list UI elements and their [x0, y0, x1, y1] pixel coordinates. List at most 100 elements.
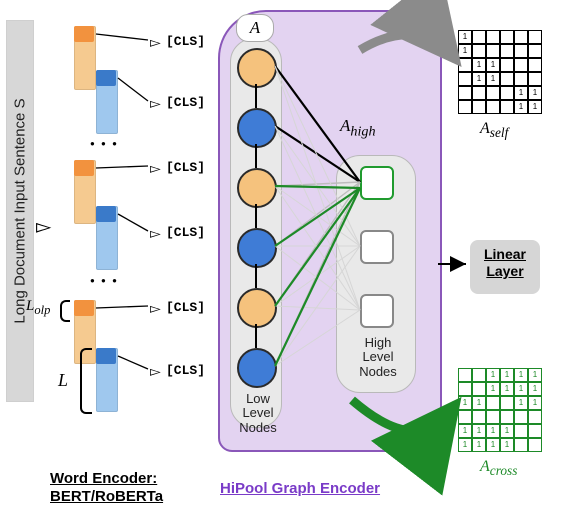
- matrix-cell: 1: [500, 368, 514, 382]
- matrix-cell: [500, 58, 514, 72]
- matrix-cell: 1: [458, 44, 472, 58]
- input-sentence-label: Long Document Input Sentence S: [12, 98, 29, 323]
- low-node-6: [237, 348, 277, 388]
- matrix-cell: 1: [528, 100, 542, 114]
- matrix-cell: [528, 410, 542, 424]
- cls-label-3: [CLS]: [166, 160, 205, 175]
- matrix-cell: [528, 72, 542, 86]
- cls-label-6: [CLS]: [166, 363, 205, 378]
- matrix-cell: [500, 410, 514, 424]
- matrix-cell: [458, 382, 472, 396]
- matrix-cell: [514, 410, 528, 424]
- input-sentence-bar: Long Document Input Sentence S: [6, 20, 34, 402]
- lolp-label: Lolp: [26, 298, 50, 318]
- matrix-cell: [528, 30, 542, 44]
- low-node-1: [237, 48, 277, 88]
- matrix-cell: 1: [472, 58, 486, 72]
- matrix-cell: [514, 424, 528, 438]
- matrix-cell: [528, 58, 542, 72]
- matrix-cell: 1: [458, 30, 472, 44]
- matrix-cell: 1: [500, 438, 514, 452]
- matrix-cell: [472, 30, 486, 44]
- matrix-cell: [500, 30, 514, 44]
- matrix-cell: [500, 44, 514, 58]
- matrix-cell: [528, 424, 542, 438]
- low-node-4: [237, 228, 277, 268]
- matrix-cell: [500, 86, 514, 100]
- l-brace: [80, 348, 92, 414]
- matrix-cell: [528, 44, 542, 58]
- chunk-3-head: [74, 160, 94, 176]
- matrix-cell: 1: [458, 438, 472, 452]
- cls-arrow-1-icon: ▻: [150, 34, 161, 51]
- cls-label-1: [CLS]: [166, 34, 205, 49]
- matrix-cell: [458, 72, 472, 86]
- matrix-cell: 1: [486, 58, 500, 72]
- cls-arrow-5-icon: ▻: [150, 300, 161, 317]
- matrix-cell: [472, 86, 486, 100]
- matrix-cell: [472, 44, 486, 58]
- linear-layer: LinearLayer: [470, 240, 540, 294]
- chunk-2-head: [96, 70, 116, 86]
- matrix-cell: [458, 100, 472, 114]
- matrix-cell: 1: [514, 368, 528, 382]
- matrix-cell: [486, 86, 500, 100]
- matrix-cell: [486, 100, 500, 114]
- matrix-cell: [458, 86, 472, 100]
- matrix-cell: [486, 396, 500, 410]
- lolp-brace: [60, 300, 70, 322]
- chunk-5-head: [74, 300, 94, 316]
- matrix-cell: 1: [500, 424, 514, 438]
- cls-arrow-3-icon: ▻: [150, 160, 161, 177]
- high-node-2: [360, 230, 394, 264]
- matrix-cell: [458, 368, 472, 382]
- dots-1: ● ● ●: [90, 139, 119, 148]
- l-label: L: [58, 370, 68, 391]
- high-node-3: [360, 294, 394, 328]
- a-cross-caption: Across: [480, 458, 517, 479]
- matrix-cell: [514, 58, 528, 72]
- matrix-cell: [486, 410, 500, 424]
- matrix-cell: 1: [458, 396, 472, 410]
- chunk-4-head: [96, 206, 116, 222]
- matrix-cell: [514, 72, 528, 86]
- input-arrow-icon: ▻: [36, 214, 51, 239]
- adjacency-A-label: A: [236, 14, 274, 42]
- matrix-cell: 1: [486, 72, 500, 86]
- matrix-cell: [458, 58, 472, 72]
- matrix-cell: [500, 100, 514, 114]
- matrix-cell: [486, 30, 500, 44]
- matrix-cell: 1: [458, 424, 472, 438]
- matrix-cell: [458, 410, 472, 424]
- matrix-cell: [472, 410, 486, 424]
- matrix-cell: [514, 438, 528, 452]
- word-encoder-label: Word Encoder:BERT/RoBERTa: [50, 470, 163, 506]
- matrix-cell: [472, 100, 486, 114]
- cls-arrow-2-icon: ▻: [150, 95, 161, 112]
- matrix-cell: 1: [514, 396, 528, 410]
- matrix-cell: 1: [486, 382, 500, 396]
- matrix-cell: 1: [486, 438, 500, 452]
- cls-arrow-4-icon: ▻: [150, 225, 161, 242]
- cls-arrow-6-icon: ▻: [150, 363, 161, 380]
- matrix-cell: 1: [528, 368, 542, 382]
- matrix-cell: 1: [472, 424, 486, 438]
- cls-label-5: [CLS]: [166, 300, 205, 315]
- matrix-cell: 1: [472, 396, 486, 410]
- a-self-matrix: 1111111111: [458, 30, 542, 114]
- chunk-1-head: [74, 26, 94, 42]
- matrix-cell: 1: [528, 382, 542, 396]
- matrix-cell: 1: [528, 86, 542, 100]
- cls-label-4: [CLS]: [166, 225, 205, 240]
- matrix-cell: [500, 396, 514, 410]
- matrix-cell: 1: [486, 368, 500, 382]
- graph-encoder-label: HiPool Graph Encoder: [220, 480, 380, 498]
- low-node-5: [237, 288, 277, 328]
- chunk-6-head: [96, 348, 116, 364]
- matrix-cell: 1: [514, 86, 528, 100]
- matrix-cell: [472, 382, 486, 396]
- matrix-cell: [500, 72, 514, 86]
- low-nodes-caption: Low Level Nodes: [236, 392, 280, 435]
- matrix-cell: [528, 438, 542, 452]
- high-node-1: [360, 166, 394, 200]
